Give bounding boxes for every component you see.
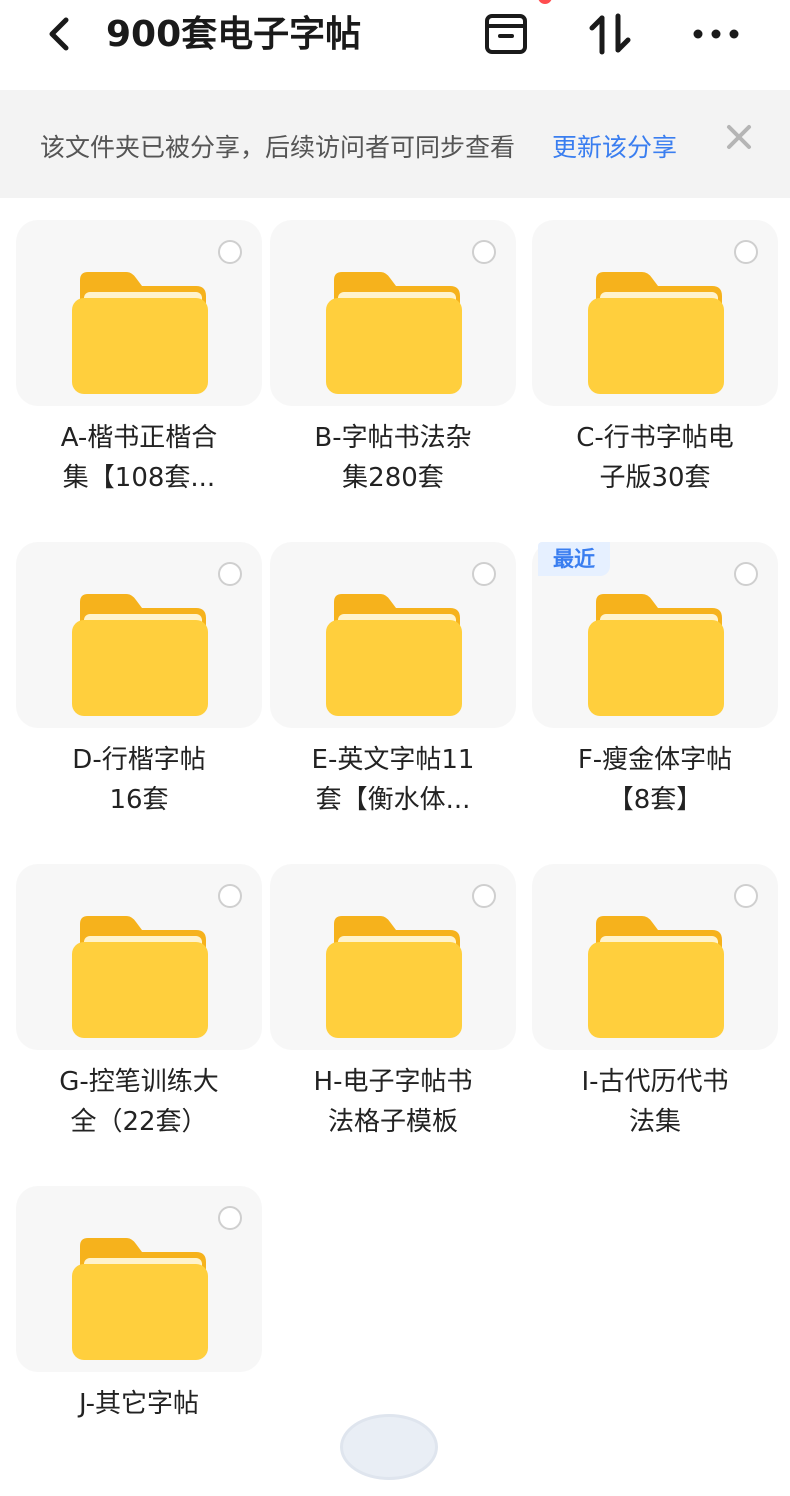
select-radio[interactable] (472, 884, 496, 908)
folder-item[interactable]: J-其它字帖 (16, 1186, 262, 1496)
more-icon[interactable] (692, 12, 740, 56)
folder-name: A-楷书正楷合 集【108套... (16, 418, 262, 498)
folder-name-line: 【8套】 (607, 785, 703, 815)
folder-tile[interactable] (16, 220, 262, 406)
folder-name: B-字帖书法杂 集280套 (270, 418, 516, 498)
select-radio[interactable] (472, 240, 496, 264)
select-radio[interactable] (218, 884, 242, 908)
folder-name-line: J-其它字帖 (78, 1389, 200, 1419)
folder-item[interactable]: A-楷书正楷合 集【108套... (16, 220, 262, 530)
folder-name-line: 套【衡水体... (315, 785, 471, 815)
folder-item[interactable]: E-英文字帖11 套【衡水体... (270, 542, 516, 852)
folder-icon (588, 916, 724, 1038)
folder-icon (588, 272, 724, 394)
folder-name-line: 集280套 (342, 463, 444, 493)
folder-name: J-其它字帖 (16, 1384, 262, 1424)
select-radio[interactable] (734, 884, 758, 908)
folder-name: E-英文字帖11 套【衡水体... (270, 740, 516, 820)
close-icon[interactable] (722, 120, 756, 154)
folder-icon (326, 272, 462, 394)
folder-name: H-电子字帖书 法格子模板 (270, 1062, 516, 1142)
select-radio[interactable] (218, 240, 242, 264)
folder-icon (326, 594, 462, 716)
folder-icon (72, 916, 208, 1038)
folder-name: F-瘦金体字帖 【8套】 (532, 740, 778, 820)
recording-indicator (538, 0, 552, 4)
folder-name-line: C-行书字帖电 (576, 423, 734, 453)
folder-icon (72, 594, 208, 716)
folder-name-line: A-楷书正楷合 (60, 423, 218, 453)
folder-tile[interactable] (270, 864, 516, 1050)
folder-icon (588, 594, 724, 716)
select-radio[interactable] (218, 1206, 242, 1230)
folder-item[interactable]: H-电子字帖书 法格子模板 (270, 864, 516, 1174)
folder-tile[interactable] (270, 542, 516, 728)
sort-icon[interactable] (586, 12, 634, 56)
folder-tile[interactable]: 最近 (532, 542, 778, 728)
folder-tile[interactable] (16, 864, 262, 1050)
folder-name-line: 子版30套 (599, 463, 711, 493)
folder-name-line: 法格子模板 (327, 1107, 458, 1137)
folder-tile[interactable] (532, 864, 778, 1050)
folder-name-line: B-字帖书法杂 (314, 423, 472, 453)
folder-icon (326, 916, 462, 1038)
page-title: 900套电子字帖 (106, 14, 362, 55)
folder-name-line: G-控笔训练大 (59, 1067, 219, 1097)
folder-grid: A-楷书正楷合 集【108套... B-字帖书法杂 集280套 C-行书字帖电 子版30套… (0, 198, 790, 1436)
folder-name-line: 16套 (109, 785, 169, 815)
archive-box-icon[interactable] (482, 12, 530, 56)
folder-item[interactable]: G-控笔训练大 全（22套） (16, 864, 262, 1174)
folder-icon (72, 1238, 208, 1360)
select-radio[interactable] (218, 562, 242, 586)
folder-name: C-行书字帖电 子版30套 (532, 418, 778, 498)
folder-name-line: E-英文字帖11 (311, 745, 475, 775)
folder-name: D-行楷字帖 16套 (16, 740, 262, 820)
folder-tile[interactable] (270, 220, 516, 406)
folder-name: G-控笔训练大 全（22套） (16, 1062, 262, 1142)
folder-name-line: H-电子字帖书 (313, 1067, 473, 1097)
folder-item[interactable]: C-行书字帖电 子版30套 (532, 220, 778, 530)
folder-item[interactable]: B-字帖书法杂 集280套 (270, 220, 516, 530)
folder-item[interactable]: I-古代历代书 法集 (532, 864, 778, 1174)
select-radio[interactable] (734, 240, 758, 264)
folder-icon (72, 272, 208, 394)
share-banner-text: 该文件夹已被分享，后续访问者可同步查看 (40, 133, 516, 162)
folder-item[interactable]: 最近 F-瘦金体字帖 【8套】 (532, 542, 778, 852)
folder-name-line: I-古代历代书 (581, 1067, 729, 1097)
folder-tile[interactable] (16, 1186, 262, 1372)
folder-name-line: 集【108套... (62, 463, 216, 493)
app-header: 900套电子字帖 (0, 0, 790, 90)
select-radio[interactable] (472, 562, 496, 586)
recent-badge: 最近 (538, 542, 610, 576)
folder-name-line: 全（22套） (70, 1107, 208, 1137)
folder-item[interactable]: D-行楷字帖 16套 (16, 542, 262, 852)
back-arrow-icon[interactable] (40, 12, 80, 56)
folder-name-line: F-瘦金体字帖 (577, 745, 733, 775)
folder-name-line: 法集 (628, 1107, 681, 1137)
update-share-link[interactable]: 更新该分享 (552, 128, 677, 164)
floating-assistant-button[interactable] (340, 1414, 438, 1480)
folder-name-line: D-行楷字帖 (72, 745, 206, 775)
select-radio[interactable] (734, 562, 758, 586)
folder-name: I-古代历代书 法集 (532, 1062, 778, 1142)
folder-tile[interactable] (16, 542, 262, 728)
share-banner: 该文件夹已被分享，后续访问者可同步查看 更新该分享 (0, 90, 790, 198)
folder-tile[interactable] (532, 220, 778, 406)
